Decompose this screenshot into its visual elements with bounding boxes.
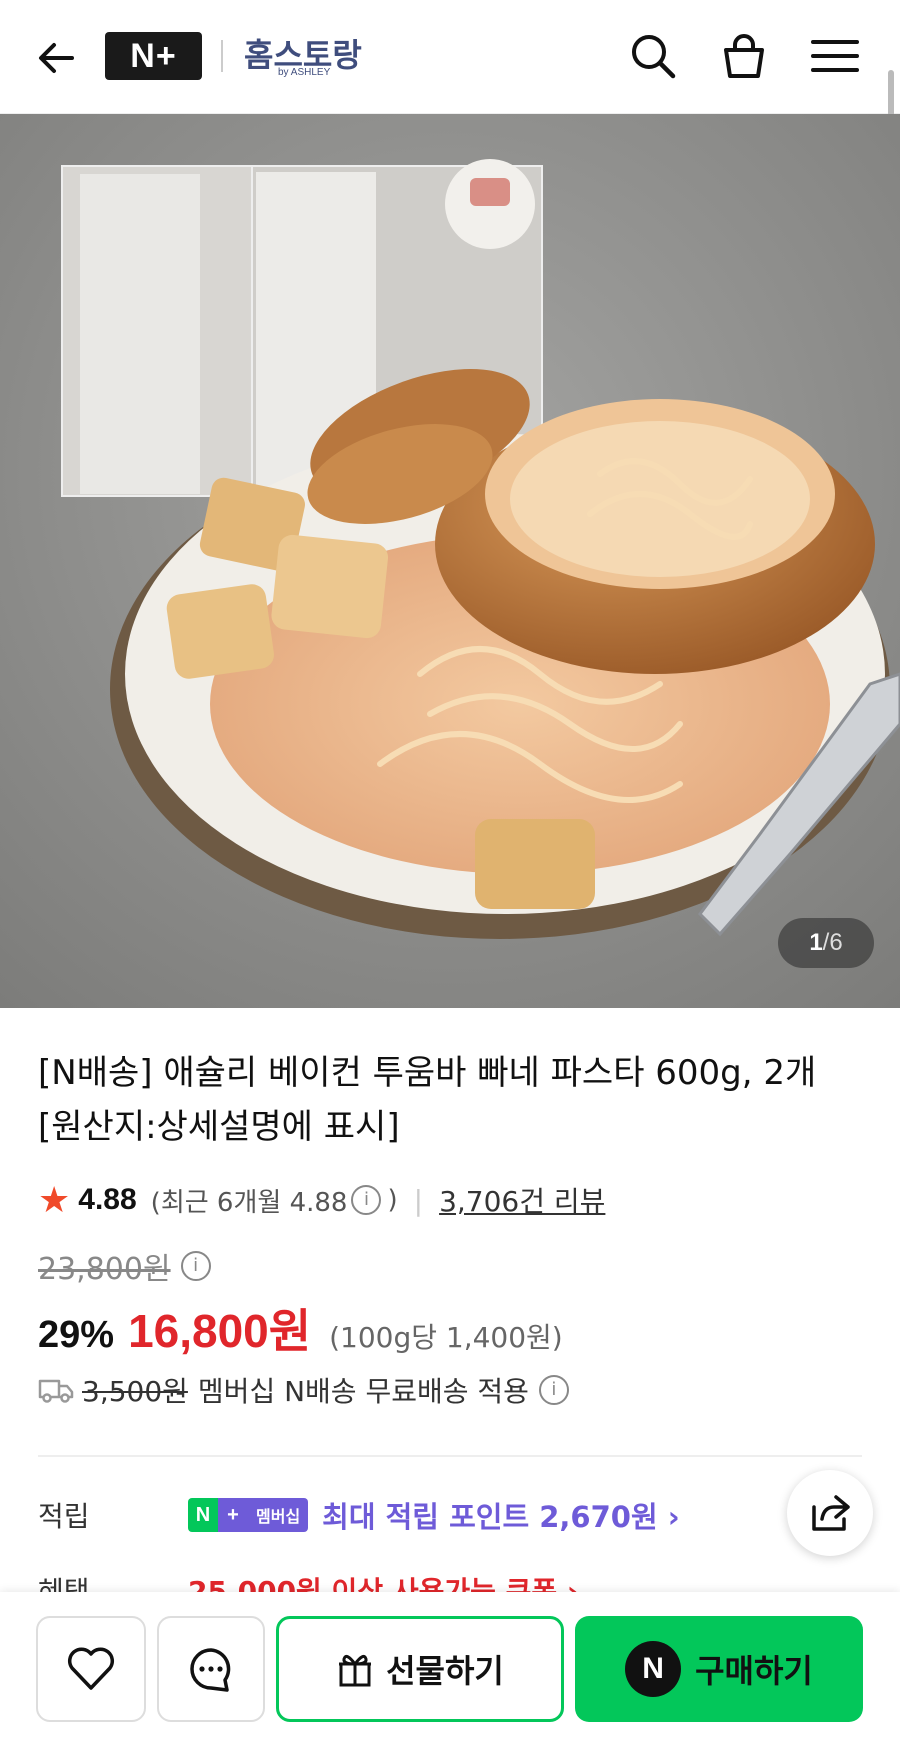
arrow-left-icon[interactable]: [34, 36, 78, 80]
star-icon: ★: [38, 1179, 71, 1221]
product-title: [N배송] 애슐리 베이컨 투움바 빠네 파스타 600g, 2개 [원산지:상…: [38, 1046, 858, 1154]
share-button[interactable]: [787, 1470, 873, 1556]
shipping-text: 멤버십 N배송 무료배송 적용: [197, 1375, 529, 1408]
info-icon[interactable]: i: [180, 1251, 211, 1281]
product-title-line2: [원산지:상세설명에 표시]: [38, 1107, 400, 1147]
recent-rating: (최근 6개월 4.88: [150, 1187, 348, 1218]
chat-bubble-icon: [190, 1648, 231, 1692]
original-price: 23,800원: [38, 1252, 171, 1287]
naver-plus-logo[interactable]: N+: [105, 32, 202, 80]
brand-sub: by ASHLEY: [278, 67, 331, 78]
recent-rating-close: ): [387, 1185, 398, 1215]
buy-button[interactable]: N 구매하기: [575, 1616, 863, 1722]
hamburger-menu-icon[interactable]: [809, 30, 861, 82]
price-row: 29% 16,800원 (100g당 1,400원): [38, 1295, 563, 1361]
rating-separator: |: [413, 1183, 424, 1217]
unit-price: (100g당 1,400원): [329, 1321, 563, 1354]
chat-button[interactable]: [157, 1616, 265, 1722]
section-divider: [38, 1455, 862, 1457]
review-link[interactable]: 3,706건 리뷰: [439, 1180, 605, 1220]
bottom-action-bar: 선물하기 N 구매하기: [0, 1592, 900, 1749]
info-icon[interactable]: i: [351, 1185, 382, 1215]
points-row[interactable]: 적립 N + 멤버십 최대 적립 포인트 2,670원 ›: [38, 1490, 798, 1540]
points-label: 적립: [38, 1500, 90, 1533]
truck-icon: [38, 1379, 74, 1403]
shipping-fee: 3,500원: [82, 1375, 188, 1408]
gift-icon: [339, 1654, 372, 1687]
product-photo: [0, 114, 900, 1008]
rating-row: ★ 4.88 (최근 6개월 4.88 i ) | 3,706건 리뷰: [38, 1175, 605, 1225]
product-title-line1: [N배송] 애슐리 베이컨 투움바 빠네 파스타 600g, 2개: [38, 1053, 817, 1093]
discount-rate: 29%: [38, 1314, 115, 1356]
shipping-row: 3,500원 멤버십 N배송 무료배송 적용 i: [38, 1370, 569, 1410]
header-divider: [221, 40, 223, 72]
naver-pay-logo: N: [625, 1641, 682, 1697]
sale-price: 16,800원: [128, 1305, 312, 1357]
info-icon[interactable]: i: [538, 1375, 569, 1405]
max-points-link[interactable]: 최대 적립 포인트 2,670원 ›: [322, 1494, 680, 1536]
image-counter: 1/6: [778, 918, 874, 968]
shopping-bag-icon[interactable]: [718, 30, 770, 82]
rating-score: 4.88: [78, 1183, 137, 1216]
top-header: N+ 홈스토랑 by ASHLEY: [0, 0, 900, 114]
share-icon: [812, 1495, 850, 1531]
n-plus-membership-badge: N + 멤버십: [188, 1498, 309, 1532]
wishlist-button[interactable]: [36, 1616, 146, 1722]
buy-label: 구매하기: [695, 1652, 813, 1690]
product-image-gallery[interactable]: [0, 114, 900, 1008]
gift-label: 선물하기: [386, 1652, 504, 1690]
heart-icon: [67, 1647, 115, 1690]
search-icon[interactable]: [627, 30, 679, 82]
original-price-row: 23,800원 i: [38, 1244, 211, 1288]
gift-button[interactable]: 선물하기: [276, 1616, 564, 1722]
